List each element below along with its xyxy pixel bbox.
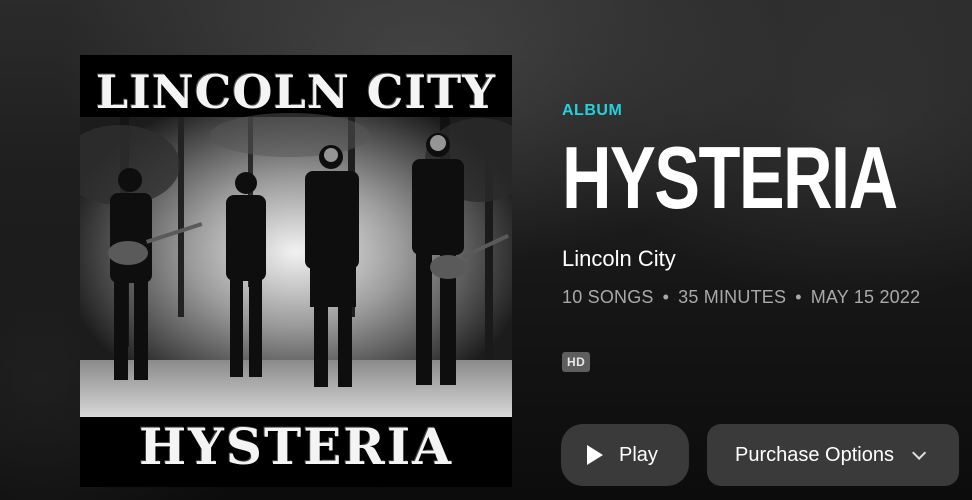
hd-badge: HD: [562, 352, 591, 372]
release-date: MAY 15 2022: [810, 287, 921, 307]
album-title: HYSTERIA: [562, 128, 898, 227]
album-type-label: ALBUM: [562, 102, 623, 119]
album-metadata: 10 SONGS • 35 MINUTES • MAY 15 2022: [562, 282, 962, 312]
album-detail-page: LINCOLN CITY HYSTERIA ALBUM HYSTERIA Lin…: [0, 0, 972, 500]
play-icon: [587, 445, 603, 465]
artist-name-link[interactable]: Lincoln City: [562, 244, 962, 274]
album-cover-image: LINCOLN CITY HYSTERIA: [80, 55, 512, 487]
play-button-label: Play: [619, 443, 658, 466]
separator-dot: •: [662, 287, 670, 307]
cover-band-name: LINCOLN CITY: [95, 65, 497, 119]
album-info: ALBUM HYSTERIA Lincoln City 10 SONGS • 35 …: [562, 96, 962, 372]
chevron-down-icon: [912, 445, 927, 460]
separator-dot: •: [795, 287, 802, 307]
play-button[interactable]: Play: [561, 424, 689, 486]
album-duration: 35 MINUTES: [678, 287, 787, 307]
cover-album-name: HYSTERIA: [138, 417, 454, 476]
song-count: 10 SONGS: [562, 287, 654, 307]
purchase-options-label: Purchase Options: [735, 443, 894, 466]
purchase-options-button[interactable]: Purchase Options: [707, 424, 959, 486]
